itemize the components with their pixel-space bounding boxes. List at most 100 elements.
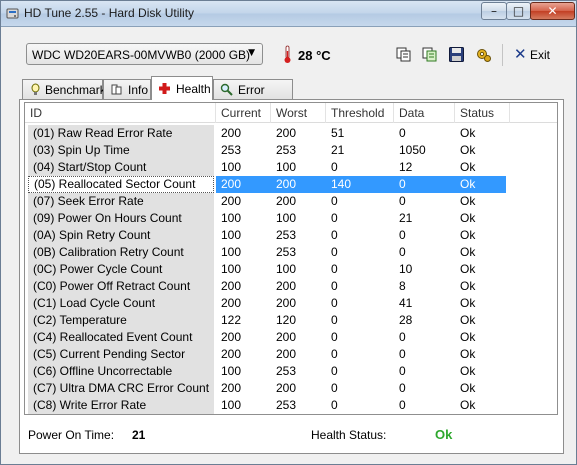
table-row[interactable]: (C7) Ultra DMA CRC Error Count 200 200 0 0 Ok: [25, 380, 557, 397]
table-row[interactable]: (0C) Power Cycle Count 100 100 0 10 Ok: [25, 261, 557, 278]
table-row[interactable]: (04) Start/Stop Count 100 100 0 12 Ok: [25, 159, 557, 176]
cell-status: Ok: [460, 160, 476, 174]
table-row[interactable]: (05) Reallocated Sector Count 200 200 140 0 O…: [25, 176, 557, 193]
cell-id: (C0) Power Off Retract Count: [28, 278, 214, 295]
table-row[interactable]: (C8) Write Error Rate 100 253 0 0 Ok: [25, 397, 557, 414]
minimize-button[interactable]: –: [481, 2, 507, 20]
cell-status: Ok: [460, 313, 476, 327]
cell-current: 100: [221, 211, 242, 225]
cell-threshold: 0: [331, 330, 338, 344]
cell-data: 0: [399, 347, 406, 361]
cell-status: Ok: [460, 364, 476, 378]
cell-threshold: 51: [331, 126, 345, 140]
drive-select[interactable]: WDC WD20EARS-00MVWB0 (2000 GB) ▼: [26, 43, 263, 65]
smart-attributes-table[interactable]: ID Current Worst Threshold Data Status (…: [24, 102, 558, 415]
copy-all-icon[interactable]: [421, 46, 438, 63]
cell-worst: 200: [276, 347, 297, 361]
benchmark-icon: [31, 83, 40, 95]
column-header-worst[interactable]: Worst: [271, 103, 326, 123]
cell-data: 21: [399, 211, 413, 225]
cell-current: 100: [221, 228, 242, 242]
cell-data: 10: [399, 262, 413, 276]
tab-benchmark[interactable]: Benchmark: [22, 79, 106, 99]
cell-data: 0: [399, 228, 406, 242]
cell-threshold: 0: [331, 211, 338, 225]
cell-current: 200: [221, 194, 242, 208]
table-row[interactable]: (09) Power On Hours Count 100 100 0 21 Ok: [25, 210, 557, 227]
table-row[interactable]: (0A) Spin Retry Count 100 253 0 0 Ok: [25, 227, 557, 244]
cell-current: 200: [221, 296, 242, 310]
column-header-id[interactable]: ID: [25, 103, 216, 123]
table-row[interactable]: (C5) Current Pending Sector 200 200 0 0 Ok: [25, 346, 557, 363]
cell-current: 253: [221, 143, 242, 157]
cell-worst: 200: [276, 279, 297, 293]
cell-data: 12: [399, 160, 413, 174]
tab-error-scan[interactable]: Error Scan: [213, 79, 293, 111]
dropdown-arrow-icon: ▼: [248, 48, 255, 58]
cell-id: (0A) Spin Retry Count: [28, 227, 214, 244]
power-on-time-value: 21: [132, 428, 146, 442]
exit-icon: ✕: [514, 45, 527, 63]
table-row[interactable]: (0B) Calibration Retry Count 100 253 0 0 Ok: [25, 244, 557, 261]
cell-threshold: 0: [331, 296, 338, 310]
cell-current: 122: [221, 313, 242, 327]
table-row[interactable]: (C1) Load Cycle Count 200 200 0 41 Ok: [25, 295, 557, 312]
cell-threshold: 0: [331, 398, 338, 412]
error-scan-icon: [220, 83, 233, 96]
column-header-status[interactable]: Status: [455, 103, 510, 123]
minimize-icon: –: [491, 4, 497, 18]
column-header-current[interactable]: Current: [216, 103, 271, 123]
table-row[interactable]: (03) Spin Up Time 253 253 21 1050 Ok: [25, 142, 557, 159]
cell-status: Ok: [460, 143, 476, 157]
cell-id: (05) Reallocated Sector Count: [28, 176, 214, 193]
maximize-icon: □: [512, 4, 525, 18]
cell-status: Ok: [460, 347, 476, 361]
table-row[interactable]: (C2) Temperature 122 120 0 28 Ok: [25, 312, 557, 329]
cell-data: 0: [399, 245, 406, 259]
cell-id: (09) Power On Hours Count: [28, 210, 214, 227]
close-icon: ✕: [547, 4, 558, 18]
cell-worst: 100: [276, 160, 297, 174]
cell-data: 0: [399, 330, 406, 344]
cell-data: 0: [399, 194, 406, 208]
cell-data: 0: [399, 398, 406, 412]
cell-id: (C6) Offline Uncorrectable: [28, 363, 214, 380]
cell-threshold: 0: [331, 194, 338, 208]
title-bar[interactable]: HD Tune 2.55 - Hard Disk Utility – □ ✕: [1, 1, 576, 27]
table-row[interactable]: (07) Seek Error Rate 200 200 0 0 Ok: [25, 193, 557, 210]
table-row[interactable]: (C4) Reallocated Event Count 200 200 0 0 Ok: [25, 329, 557, 346]
cell-current: 100: [221, 262, 242, 276]
drive-select-value: WDC WD20EARS-00MVWB0 (2000 GB): [32, 48, 251, 62]
tab-benchmark-label: Benchmark: [45, 83, 106, 97]
cell-status: Ok: [460, 296, 476, 310]
cell-threshold: 140: [331, 177, 352, 191]
column-header-data[interactable]: Data: [394, 103, 455, 123]
health-status-label: Health Status:: [311, 428, 387, 442]
save-icon[interactable]: [448, 46, 465, 63]
cell-status: Ok: [460, 279, 476, 293]
cell-status: Ok: [460, 194, 476, 208]
cell-current: 200: [221, 279, 242, 293]
cell-current: 100: [221, 364, 242, 378]
cell-current: 100: [221, 160, 242, 174]
column-header-threshold[interactable]: Threshold: [326, 103, 394, 123]
table-row[interactable]: (01) Raw Read Error Rate 200 200 51 0 Ok: [25, 125, 557, 142]
options-icon[interactable]: [475, 46, 492, 63]
cell-threshold: 0: [331, 160, 338, 174]
cell-id: (C2) Temperature: [28, 312, 214, 329]
copy-icon[interactable]: [395, 46, 412, 63]
close-button[interactable]: ✕: [530, 2, 575, 20]
maximize-button[interactable]: □: [506, 2, 531, 20]
cell-current: 100: [221, 245, 242, 259]
tab-health[interactable]: Health: [151, 76, 213, 100]
cell-id: (01) Raw Read Error Rate: [28, 125, 214, 142]
cell-worst: 200: [276, 194, 297, 208]
tab-info[interactable]: Info: [103, 79, 151, 99]
cell-worst: 200: [276, 126, 297, 140]
cell-id: (03) Spin Up Time: [28, 142, 214, 159]
cell-id: (C5) Current Pending Sector: [28, 346, 214, 363]
exit-button[interactable]: ✕ Exit: [510, 45, 552, 65]
cell-current: 200: [221, 177, 242, 191]
table-row[interactable]: (C6) Offline Uncorrectable 100 253 0 0 Ok: [25, 363, 557, 380]
table-row[interactable]: (C0) Power Off Retract Count 200 200 0 8 Ok: [25, 278, 557, 295]
